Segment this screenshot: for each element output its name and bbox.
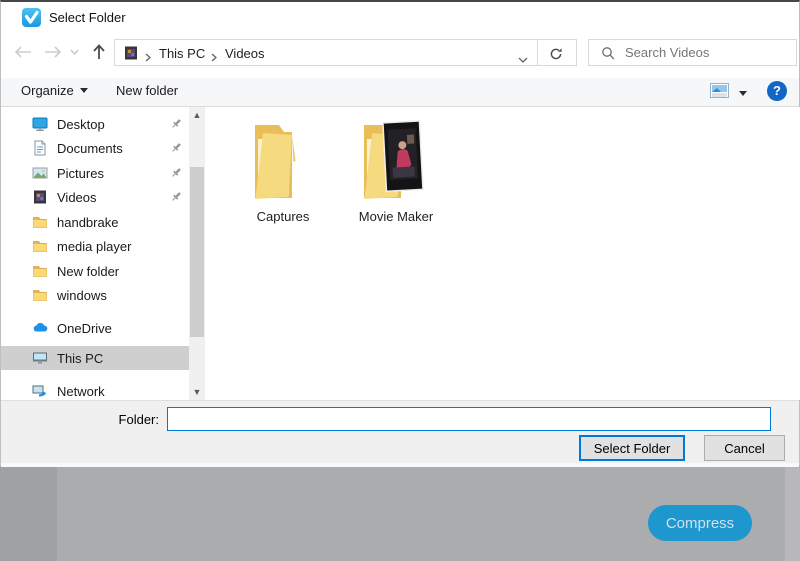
navigation-bar: This PC Videos: [1, 32, 799, 72]
sidebar-item-handbrake[interactable]: handbrake: [1, 210, 189, 234]
folder-icon: [32, 287, 48, 303]
dialog-titlebar: Select Folder: [1, 2, 799, 32]
background-app-dimmed: Compress: [0, 467, 800, 561]
change-view-button[interactable]: [710, 83, 729, 103]
view-dropdown-caret-icon[interactable]: [739, 91, 747, 96]
folder-tile-movie-maker[interactable]: Movie Maker: [341, 115, 451, 330]
desktop-icon: [32, 116, 48, 132]
back-button[interactable]: [11, 40, 35, 64]
sidebar-item-videos[interactable]: Videos: [1, 185, 189, 209]
organize-dropdown-caret-icon: [80, 88, 88, 93]
compress-button[interactable]: Compress: [648, 505, 752, 541]
sidebar-item-windows[interactable]: windows: [1, 283, 189, 307]
folder-icon: [237, 115, 329, 207]
pin-icon: [169, 166, 183, 180]
folder-tile-captures[interactable]: Captures: [228, 115, 338, 330]
search-input[interactable]: [625, 41, 790, 64]
pin-icon: [169, 141, 183, 155]
sidebar-item-documents[interactable]: Documents: [1, 136, 189, 160]
folder-icon: [32, 214, 48, 230]
folder-field-label: Folder:: [101, 412, 159, 427]
folder-label: Movie Maker: [341, 209, 451, 224]
recent-locations-chevron-icon[interactable]: [67, 40, 81, 64]
search-icon: [601, 46, 615, 60]
sidebar-item-this-pc[interactable]: This PC: [1, 346, 189, 370]
cancel-button[interactable]: Cancel: [704, 435, 785, 461]
screen: Select Folder This: [0, 0, 800, 561]
dialog-footer: Folder: Select Folder Cancel: [1, 400, 799, 463]
select-folder-dialog: Select Folder This: [0, 0, 800, 467]
up-button[interactable]: [87, 40, 111, 64]
dialog-title: Select Folder: [49, 10, 126, 25]
refresh-button[interactable]: [543, 44, 569, 63]
breadcrumb-videos[interactable]: Videos: [225, 46, 265, 61]
document-icon: [32, 140, 48, 156]
address-bar[interactable]: This PC Videos: [114, 39, 577, 66]
background-left-panel: [0, 467, 57, 561]
sidebar-item-pictures[interactable]: Pictures: [1, 161, 189, 185]
address-dropdown-chevron-icon[interactable]: [518, 50, 528, 68]
sidebar-item-new-folder[interactable]: New folder: [1, 259, 189, 283]
videos-location-icon: [123, 45, 139, 66]
onedrive-icon: [32, 320, 48, 336]
breadcrumb-this-pc[interactable]: This PC: [159, 46, 205, 61]
sidebar-scrollbar[interactable]: ▲ ▼: [189, 107, 205, 400]
file-list-area[interactable]: Captures: [206, 107, 800, 400]
folder-label: Captures: [228, 209, 338, 224]
folder-icon: [32, 263, 48, 279]
help-button[interactable]: ?: [767, 81, 787, 101]
scrollbar-thumb[interactable]: [190, 167, 204, 337]
network-icon: [32, 383, 48, 399]
new-folder-button[interactable]: New folder: [116, 83, 178, 98]
app-logo-icon: [22, 8, 41, 27]
folder-name-input[interactable]: [167, 407, 771, 431]
address-divider: [537, 40, 538, 65]
command-toolbar: Organize New folder ?: [1, 78, 799, 107]
this-pc-icon: [32, 350, 48, 366]
sidebar-item-desktop[interactable]: Desktop: [1, 112, 189, 136]
forward-button[interactable]: [41, 40, 65, 64]
navigation-pane: Desktop Documents Pictures Videos: [1, 107, 206, 400]
video-icon: [32, 189, 48, 205]
breadcrumb-separator-icon: [145, 49, 151, 67]
picture-icon: [32, 165, 48, 181]
select-folder-button[interactable]: Select Folder: [579, 435, 685, 461]
breadcrumb-separator-icon: [211, 49, 217, 67]
pin-icon: [169, 117, 183, 131]
folder-icon: [32, 238, 48, 254]
pin-icon: [169, 190, 183, 204]
sidebar-item-onedrive[interactable]: OneDrive: [1, 316, 189, 340]
dialog-body: Desktop Documents Pictures Videos: [1, 107, 799, 400]
folder-video-icon: [350, 115, 442, 207]
organize-button[interactable]: Organize: [21, 83, 88, 98]
search-box[interactable]: [588, 39, 797, 66]
sidebar-item-media-player[interactable]: media player: [1, 234, 189, 258]
background-right-edge: [785, 467, 800, 561]
scroll-up-icon[interactable]: ▲: [189, 107, 205, 123]
scroll-down-icon[interactable]: ▼: [189, 384, 205, 400]
